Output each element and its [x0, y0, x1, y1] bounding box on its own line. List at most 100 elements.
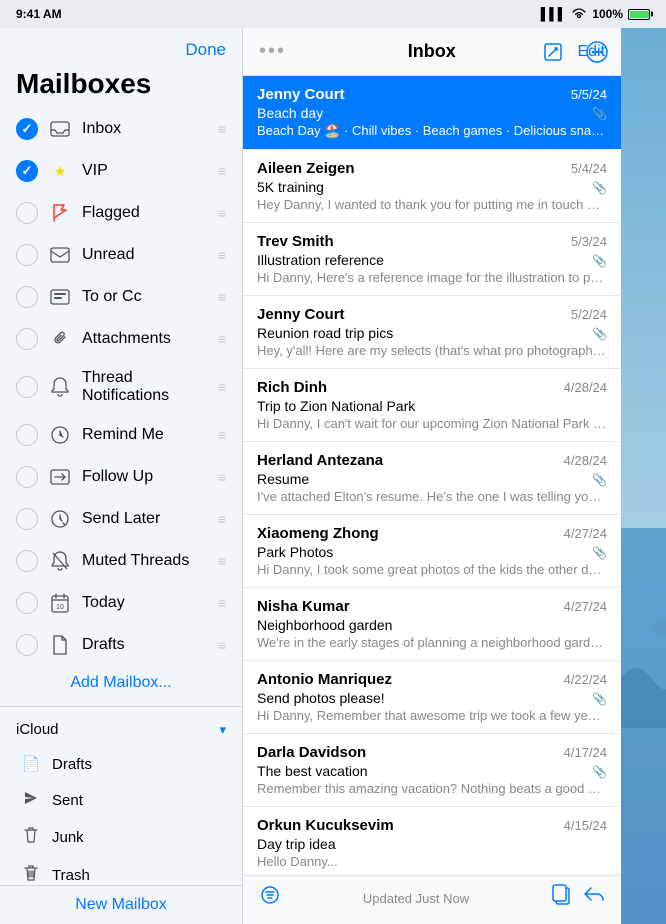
- sendlater-check: [16, 508, 38, 530]
- drafts-icon: [48, 633, 72, 657]
- mailbox-item-threadnotif[interactable]: Thread Notifications ≡: [0, 360, 242, 414]
- sendlater-label: Send Later: [82, 510, 208, 528]
- today-check: [16, 592, 38, 614]
- icloud-item-junk[interactable]: Junk: [0, 818, 242, 856]
- mutedthreads-reorder-icon: ≡: [218, 553, 226, 569]
- today-label: Today: [82, 594, 208, 612]
- email-attach-icon: 📎: [592, 254, 607, 268]
- copy-button[interactable]: [551, 884, 571, 912]
- icloud-item-sent[interactable]: Sent: [0, 782, 242, 818]
- email-attach-icon: 📎: [592, 327, 607, 341]
- remindme-reorder-icon: ≡: [218, 427, 226, 443]
- email-item[interactable]: Trev Smith 5/3/24 Illustration reference…: [243, 223, 621, 296]
- email-subject: Park Photos: [257, 544, 333, 560]
- threadnotif-icon: [48, 375, 72, 399]
- email-preview: I've attached Elton's resume. He's the o…: [257, 489, 607, 504]
- email-item[interactable]: Jenny Court 5/2/24 Reunion road trip pic…: [243, 296, 621, 369]
- main-container: Done Mailboxes Inbox ≡ ★ VIP ≡: [0, 28, 666, 924]
- mailbox-item-unread[interactable]: Unread ≡: [0, 234, 242, 276]
- icloud-header[interactable]: iCloud ▾: [0, 713, 242, 746]
- email-preview: Beach Day 🏖️ · Chill vibes · Beach games…: [257, 123, 607, 139]
- today-reorder-icon: ≡: [218, 595, 226, 611]
- email-row2: Day trip idea: [257, 836, 607, 852]
- email-subject: Reunion road trip pics: [257, 325, 393, 341]
- email-item[interactable]: Antonio Manriquez 4/22/24 Send photos pl…: [243, 661, 621, 734]
- toorcc-reorder-icon: ≡: [218, 289, 226, 305]
- mutedthreads-label: Muted Threads: [82, 552, 208, 570]
- email-sender: Trev Smith: [257, 233, 334, 250]
- email-item[interactable]: Darla Davidson 4/17/24 The best vacation…: [243, 734, 621, 807]
- email-sender: Xiaomeng Zhong: [257, 525, 379, 542]
- icloud-trash-icon: [20, 865, 42, 885]
- mailbox-item-mutedthreads[interactable]: Muted Threads ≡: [0, 540, 242, 582]
- email-date: 4/27/24: [564, 526, 607, 541]
- icloud-item-trash[interactable]: Trash: [0, 856, 242, 885]
- email-preview: Remember this amazing vacation? Nothing …: [257, 781, 607, 796]
- email-subject: Day trip idea: [257, 836, 336, 852]
- mailbox-item-followup[interactable]: Follow Up ≡: [0, 456, 242, 498]
- left-panel: Done Mailboxes Inbox ≡ ★ VIP ≡: [0, 28, 243, 924]
- battery-icon: [628, 9, 650, 20]
- email-date: 5/2/24: [571, 307, 607, 322]
- status-time: 9:41 AM: [16, 7, 62, 21]
- email-item[interactable]: Herland Antezana 4/28/24 Resume 📎 I've a…: [243, 442, 621, 515]
- inbox-reorder-icon: ≡: [218, 121, 226, 137]
- email-item[interactable]: Nisha Kumar 4/27/24 Neighborhood garden …: [243, 588, 621, 661]
- email-row1: Rich Dinh 4/28/24: [257, 379, 607, 396]
- more-options-button[interactable]: [581, 36, 613, 68]
- top-right-icons: [537, 36, 613, 68]
- email-item[interactable]: Aileen Zeigen 5/4/24 5K training 📎 Hey D…: [243, 150, 621, 223]
- compose-button[interactable]: [537, 36, 569, 68]
- icloud-drafts-icon: 📄: [20, 755, 42, 773]
- email-attach-icon: 📎: [592, 107, 607, 121]
- icloud-chevron-icon: ▾: [219, 722, 226, 738]
- threadnotif-check: [16, 376, 38, 398]
- icloud-sent-label: Sent: [52, 792, 83, 809]
- done-button[interactable]: Done: [185, 40, 226, 60]
- attachments-label: Attachments: [82, 330, 208, 348]
- flagged-check: [16, 202, 38, 224]
- email-sender: Aileen Zeigen: [257, 160, 355, 177]
- email-row2: 5K training 📎: [257, 179, 607, 195]
- mailbox-item-toorcc[interactable]: To or Cc ≡: [0, 276, 242, 318]
- email-sender: Herland Antezana: [257, 452, 383, 469]
- inbox-title: Inbox: [408, 41, 456, 62]
- email-row2: The best vacation 📎: [257, 763, 607, 779]
- email-sender: Nisha Kumar: [257, 598, 350, 615]
- mailbox-item-flagged[interactable]: Flagged ≡: [0, 192, 242, 234]
- email-row2: Reunion road trip pics 📎: [257, 325, 607, 341]
- add-mailbox-button[interactable]: Add Mailbox...: [0, 666, 242, 700]
- email-subject: Illustration reference: [257, 252, 384, 268]
- email-subject: Send photos please!: [257, 690, 385, 706]
- email-item[interactable]: Orkun Kucuksevim 4/15/24 Day trip idea H…: [243, 807, 621, 875]
- mailbox-item-attachments[interactable]: Attachments ≡: [0, 318, 242, 360]
- icloud-item-drafts[interactable]: 📄 Drafts: [0, 746, 242, 782]
- vip-reorder-icon: ≡: [218, 163, 226, 179]
- mailbox-item-drafts[interactable]: Drafts ≡: [0, 624, 242, 666]
- remindme-label: Remind Me: [82, 426, 208, 444]
- reply-button[interactable]: [583, 884, 605, 912]
- mailbox-item-remindme[interactable]: Remind Me ≡: [0, 414, 242, 456]
- mutedthreads-icon: [48, 549, 72, 573]
- left-header: Done: [0, 28, 242, 68]
- today-icon: 10: [48, 591, 72, 615]
- mailbox-item-inbox[interactable]: Inbox ≡: [0, 108, 242, 150]
- new-mailbox-button[interactable]: New Mailbox: [75, 896, 167, 914]
- email-date: 4/28/24: [564, 453, 607, 468]
- mailbox-item-today[interactable]: 10 Today ≡: [0, 582, 242, 624]
- bottom-bar: Updated Just Now: [243, 875, 621, 924]
- email-subject: Trip to Zion National Park: [257, 398, 415, 414]
- mailbox-item-sendlater[interactable]: Send Later ≡: [0, 498, 242, 540]
- email-item[interactable]: Xiaomeng Zhong 4/27/24 Park Photos 📎 Hi …: [243, 515, 621, 588]
- drafts-label: Drafts: [82, 636, 208, 654]
- email-attach-icon: 📎: [592, 473, 607, 487]
- filter-button[interactable]: [259, 886, 281, 910]
- unread-label: Unread: [82, 246, 208, 264]
- remindme-icon: [48, 423, 72, 447]
- email-subject: The best vacation: [257, 763, 368, 779]
- email-item[interactable]: Jenny Court 5/5/24 Beach day 📎 Beach Day…: [243, 76, 621, 150]
- email-date: 5/3/24: [571, 234, 607, 249]
- email-preview: Hey, y'all! Here are my selects (that's …: [257, 343, 607, 358]
- mailbox-item-vip[interactable]: ★ VIP ≡: [0, 150, 242, 192]
- email-item[interactable]: Rich Dinh 4/28/24 Trip to Zion National …: [243, 369, 621, 442]
